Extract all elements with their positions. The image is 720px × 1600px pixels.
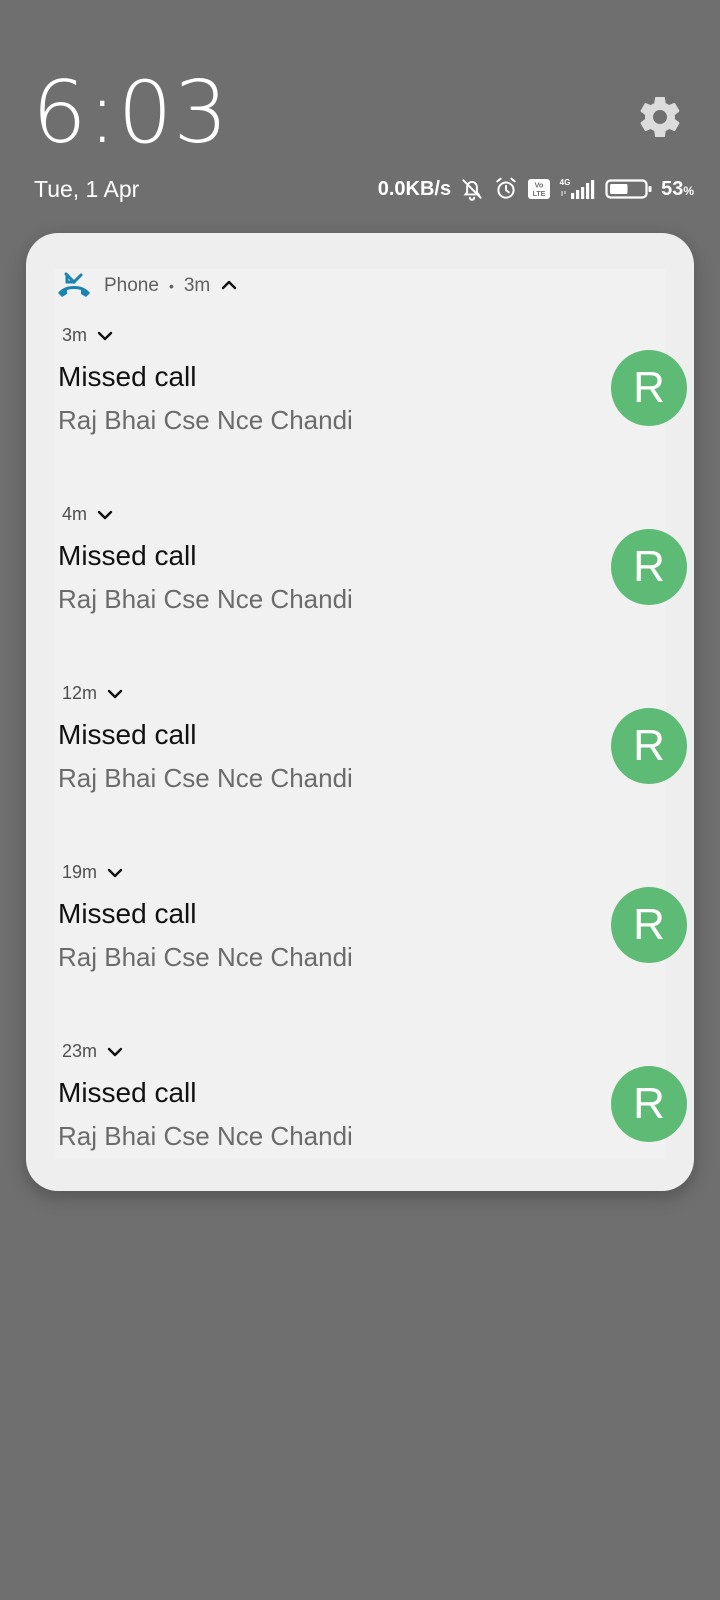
chevron-down-icon[interactable] (97, 509, 113, 521)
chevron-down-icon[interactable] (107, 1046, 123, 1058)
notification-card[interactable]: Phone • 3m 3m Missed call Raj Bhai Cse N… (26, 233, 694, 1191)
chevron-up-icon[interactable] (220, 275, 238, 297)
notification-age: 3m (62, 325, 88, 345)
missed-call-notification[interactable]: 23m Missed call Raj Bhai Cse Nce Chandi … (58, 1041, 688, 1191)
gear-icon[interactable] (636, 93, 684, 141)
avatar[interactable]: R (611, 1066, 687, 1142)
notification-age-row[interactable]: 3m (62, 325, 113, 346)
notification-age: 4m (62, 504, 88, 524)
missed-call-notification[interactable]: 19m Missed call Raj Bhai Cse Nce Chandi … (58, 862, 688, 1022)
svg-text:Vo: Vo (535, 181, 544, 190)
missed-call-icon (56, 271, 92, 301)
notification-caller: Raj Bhai Cse Nce Chandi (58, 584, 353, 614)
notification-age-row[interactable]: 12m (62, 683, 123, 704)
avatar[interactable]: R (611, 529, 687, 605)
notification-age: 19m (62, 862, 98, 882)
volte-icon: Vo LTE (527, 178, 551, 200)
notification-title: Missed call (58, 1077, 197, 1108)
battery-percentage: 53% (661, 177, 694, 200)
group-age: 3m (183, 275, 211, 296)
svg-text:LTE: LTE (533, 191, 546, 198)
status-bar: 0.0KB/s Vo LTE 4G 53% (378, 174, 694, 204)
signal-4g-label: 4G (560, 178, 571, 187)
chevron-down-icon[interactable] (107, 867, 123, 879)
notification-title: Missed call (58, 540, 197, 571)
battery-icon (605, 177, 653, 201)
notification-age: 23m (62, 1041, 98, 1061)
battery-level-fill (610, 184, 628, 194)
avatar[interactable]: R (611, 887, 687, 963)
notification-caller: Raj Bhai Cse Nce Chandi (58, 942, 353, 972)
alarm-icon (493, 176, 519, 202)
notification-title: Missed call (58, 361, 197, 392)
notification-title: Missed call (58, 719, 197, 750)
notification-age-row[interactable]: 23m (62, 1041, 123, 1062)
app-name: Phone (104, 275, 159, 296)
notification-age-row[interactable]: 4m (62, 504, 113, 525)
header-separator: • (168, 278, 174, 294)
missed-call-notification[interactable]: 4m Missed call Raj Bhai Cse Nce Chandi R (58, 504, 688, 664)
notification-age: 12m (62, 683, 98, 703)
missed-call-notification[interactable]: 3m Missed call Raj Bhai Cse Nce Chandi R (58, 325, 688, 485)
notification-app-header[interactable]: Phone • 3m (56, 271, 238, 301)
notification-age-row[interactable]: 19m (62, 862, 123, 883)
chevron-down-icon[interactable] (97, 330, 113, 342)
chevron-down-icon[interactable] (107, 688, 123, 700)
bell-off-icon (459, 176, 485, 202)
missed-call-notification[interactable]: 12m Missed call Raj Bhai Cse Nce Chandi … (58, 683, 688, 843)
notification-caller: Raj Bhai Cse Nce Chandi (58, 1121, 353, 1151)
avatar[interactable]: R (611, 708, 687, 784)
notification-title: Missed call (58, 898, 197, 929)
notification-caller: Raj Bhai Cse Nce Chandi (58, 405, 353, 435)
avatar[interactable]: R (611, 350, 687, 426)
notification-caller: Raj Bhai Cse Nce Chandi (58, 763, 353, 793)
signal-4g-icon: 4G (559, 177, 597, 201)
net-speed: 0.0KB/s (377, 177, 452, 200)
date-label: Tue, 1 Apr (34, 176, 140, 202)
clock-time: 6:03 (32, 63, 230, 163)
